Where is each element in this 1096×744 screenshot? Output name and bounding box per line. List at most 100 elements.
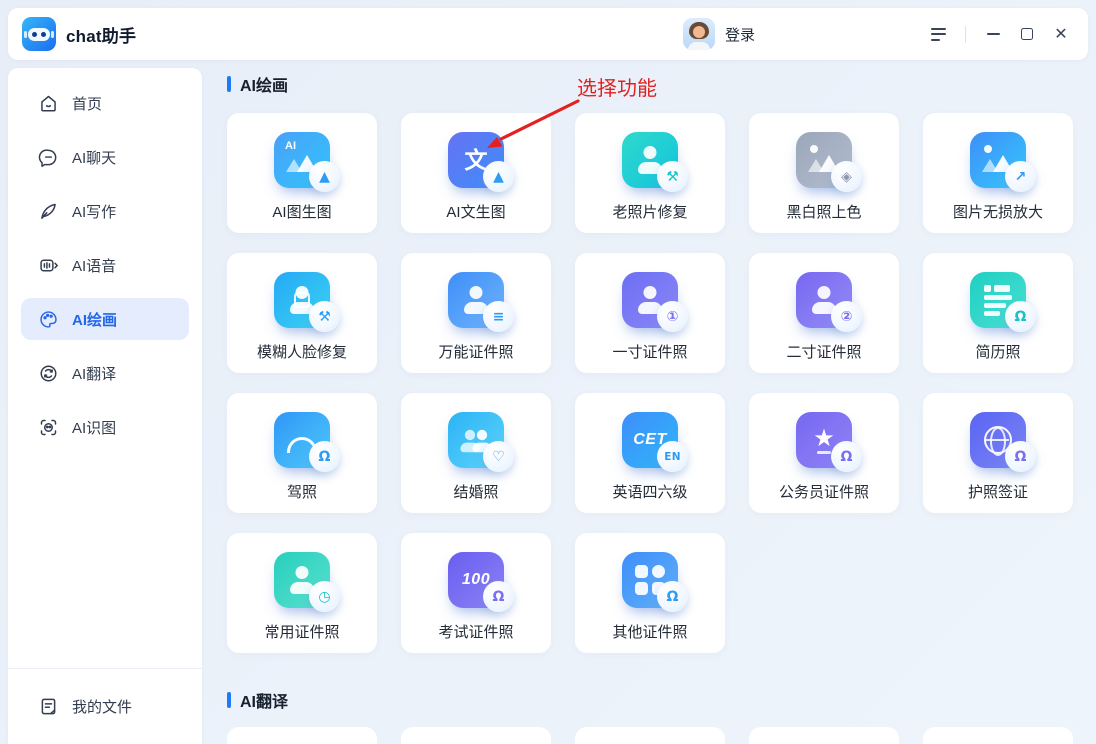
card-old-photo-restore[interactable]: ⚒ 老照片修复 xyxy=(575,113,725,233)
close-button[interactable]: ✕ xyxy=(1048,21,1074,47)
one-inch-id-photo-icon: ① xyxy=(622,272,678,328)
wedding-photo-icon: ♡ xyxy=(448,412,504,468)
card-blurry-face-restore[interactable]: ⚒ 模糊人脸修复 xyxy=(227,253,377,373)
minimize-button[interactable] xyxy=(980,21,1006,47)
sidebar-item-ai-chat[interactable]: AI聊天 xyxy=(21,136,189,178)
other-id-photo-badge-icon: Ω xyxy=(657,581,688,612)
bw-photo-colorize-icon: ◈ xyxy=(796,132,852,188)
wedding-photo-badge-icon: ♡ xyxy=(483,441,514,472)
card-label: AI图生图 xyxy=(272,201,331,222)
sidebar-item-ai-translate[interactable]: AI翻译 xyxy=(21,352,189,394)
card-label: 英语四六级 xyxy=(612,481,687,502)
palette-icon xyxy=(38,309,59,330)
annotation-label: 选择功能 xyxy=(577,72,657,101)
blurry-face-restore-badge-icon: ⚒ xyxy=(309,301,340,332)
ai-image-to-image-icon: AI▲ xyxy=(274,132,330,188)
feature-card-grid: AI▲ AI图生图 文▲ AI文生图 ⚒ 老照片修复 ◈黑白照上色↗图片无损放大 ⚒ 模糊人脸修… xyxy=(227,113,1073,653)
app-title: chat助手 xyxy=(66,22,136,47)
civil-servant-id-badge-icon: Ω xyxy=(831,441,862,472)
resume-photo-icon: Ω xyxy=(970,272,1026,328)
sidebar-item-label: AI聊天 xyxy=(72,147,116,168)
partial-card[interactable] xyxy=(923,727,1073,744)
app-logo-robot-icon xyxy=(22,17,56,51)
card-label: AI文生图 xyxy=(446,201,505,222)
two-inch-id-photo-icon: ② xyxy=(796,272,852,328)
card-two-inch-id-photo[interactable]: ② 二寸证件照 xyxy=(749,253,899,373)
sidebar-item-label: AI识图 xyxy=(72,417,116,438)
sidebar-item-home[interactable]: 首页 xyxy=(21,82,189,124)
translate-icon xyxy=(38,363,59,384)
cet-english-icon: CETEN xyxy=(622,412,678,468)
image-upscale-badge-icon: ↗ xyxy=(1005,161,1036,192)
exam-id-photo-badge-icon: Ω xyxy=(483,581,514,612)
old-photo-restore-badge-icon: ⚒ xyxy=(657,161,688,192)
card-label: 其他证件照 xyxy=(612,621,687,642)
home-icon xyxy=(38,93,59,114)
card-one-inch-id-photo[interactable]: ① 一寸证件照 xyxy=(575,253,725,373)
window-titlebar: chat助手 登录 ✕ xyxy=(8,8,1088,60)
bw-photo-colorize-badge-icon: ◈ xyxy=(831,161,862,192)
partial-card[interactable] xyxy=(227,727,377,744)
card-wedding-photo[interactable]: ♡ 结婚照 xyxy=(401,393,551,513)
card-drivers-license[interactable]: Ω驾照 xyxy=(227,393,377,513)
chat-icon xyxy=(38,147,59,168)
card-label: 结婚照 xyxy=(453,481,498,502)
card-resume-photo[interactable]: Ω 简历照 xyxy=(923,253,1073,373)
card-other-id-photo[interactable]: Ω 其他证件照 xyxy=(575,533,725,653)
card-label: 驾照 xyxy=(287,481,317,502)
feather-icon xyxy=(38,201,59,222)
scan-face-icon xyxy=(38,417,59,438)
file-icon xyxy=(38,696,59,717)
card-label: 常用证件照 xyxy=(264,621,339,642)
user-avatar[interactable] xyxy=(683,18,715,50)
partial-card[interactable] xyxy=(749,727,899,744)
card-label: 模糊人脸修复 xyxy=(257,341,347,362)
universal-id-photo-icon: ≡ xyxy=(448,272,504,328)
titlebar-divider xyxy=(965,26,966,43)
card-label: 考试证件照 xyxy=(438,621,513,642)
ai-image-to-image-badge-icon: ▲ xyxy=(309,161,340,192)
card-common-id-photo[interactable]: ◷常用证件照 xyxy=(227,533,377,653)
blurry-face-restore-icon: ⚒ xyxy=(274,272,330,328)
exam-id-photo-icon: 100Ω xyxy=(448,552,504,608)
resume-photo-badge-icon: Ω xyxy=(1005,301,1036,332)
card-label: 护照签证 xyxy=(968,481,1028,502)
card-label: 老照片修复 xyxy=(612,201,687,222)
sidebar-item-ai-writing[interactable]: AI写作 xyxy=(21,190,189,232)
sidebar-item-label: 首页 xyxy=(72,93,102,114)
sidebar-item-ai-recognize[interactable]: AI识图 xyxy=(21,406,189,448)
card-label: 公务员证件照 xyxy=(779,481,869,502)
cet-english-badge-icon: EN xyxy=(657,441,688,472)
partial-card[interactable] xyxy=(575,727,725,744)
sidebar-item-ai-voice[interactable]: AI语音 xyxy=(21,244,189,286)
image-upscale-icon: ↗ xyxy=(970,132,1026,188)
ai-text-to-image-badge-icon: ▲ xyxy=(483,161,514,192)
card-ai-text-to-image[interactable]: 文▲ AI文生图 xyxy=(401,113,551,233)
card-ai-image-to-image[interactable]: AI▲ AI图生图 xyxy=(227,113,377,233)
card-exam-id-photo[interactable]: 100Ω 考试证件照 xyxy=(401,533,551,653)
card-bw-photo-colorize[interactable]: ◈黑白照上色 xyxy=(749,113,899,233)
card-label: 二寸证件照 xyxy=(786,341,861,362)
card-cet-english[interactable]: CETEN 英语四六级 xyxy=(575,393,725,513)
sidebar-item-ai-drawing[interactable]: AI绘画 xyxy=(21,298,189,340)
partial-card[interactable] xyxy=(401,727,551,744)
sidebar-item-my-files[interactable]: 我的文件 xyxy=(21,685,189,727)
universal-id-photo-badge-icon: ≡ xyxy=(483,301,514,332)
next-section-cards-partial xyxy=(227,727,1073,744)
sidebar-item-label: AI绘画 xyxy=(72,309,117,330)
card-label: 一寸证件照 xyxy=(612,341,687,362)
voice-icon xyxy=(38,255,59,276)
sidebar-item-label: 我的文件 xyxy=(72,696,132,717)
card-label: 简历照 xyxy=(975,341,1020,362)
card-universal-id-photo[interactable]: ≡万能证件照 xyxy=(401,253,551,373)
other-id-photo-icon: Ω xyxy=(622,552,678,608)
sidebar-item-label: AI写作 xyxy=(72,201,116,222)
ai-text-to-image-icon: 文▲ xyxy=(448,132,504,188)
civil-servant-id-icon: ★Ω xyxy=(796,412,852,468)
card-image-upscale[interactable]: ↗图片无损放大 xyxy=(923,113,1073,233)
maximize-button[interactable] xyxy=(1014,21,1040,47)
login-button[interactable]: 登录 xyxy=(725,24,755,45)
card-civil-servant-id[interactable]: ★Ω 公务员证件照 xyxy=(749,393,899,513)
menu-icon[interactable] xyxy=(925,21,951,47)
card-passport-visa[interactable]: Ω护照签证 xyxy=(923,393,1073,513)
